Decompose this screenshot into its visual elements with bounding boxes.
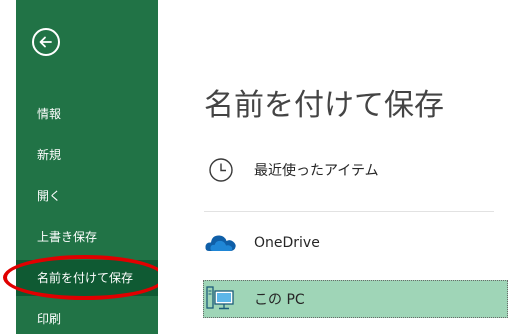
sidebar-item-new[interactable]: 新規 bbox=[16, 137, 158, 173]
cloud-icon bbox=[204, 229, 238, 257]
back-arrow-icon bbox=[39, 36, 52, 48]
page-margin bbox=[0, 0, 16, 334]
clock-icon bbox=[204, 156, 238, 184]
sidebar-item-print[interactable]: 印刷 bbox=[16, 301, 158, 334]
location-label: OneDrive bbox=[254, 235, 320, 251]
location-label: 最近使ったアイテム bbox=[254, 163, 379, 179]
location-this-pc[interactable]: この PC bbox=[203, 280, 508, 318]
backstage-sidebar: 情報 新規 開く 上書き保存 名前を付けて保存 印刷 bbox=[16, 0, 158, 334]
sidebar-item-open[interactable]: 開く bbox=[16, 178, 158, 214]
sidebar-item-info[interactable]: 情報 bbox=[16, 96, 158, 132]
location-label: この PC bbox=[254, 292, 305, 308]
location-onedrive[interactable]: OneDrive bbox=[204, 223, 508, 263]
computer-icon bbox=[204, 285, 238, 313]
back-button[interactable] bbox=[32, 28, 60, 56]
sidebar-item-save[interactable]: 上書き保存 bbox=[16, 219, 158, 255]
sidebar-item-save-as[interactable]: 名前を付けて保存 bbox=[16, 260, 158, 296]
page-title: 名前を付けて保存 bbox=[204, 88, 444, 123]
location-recent[interactable]: 最近使ったアイテム bbox=[204, 150, 508, 190]
divider bbox=[204, 211, 494, 212]
main-panel: 名前を付けて保存 最近使ったアイテム OneDrive この PC bbox=[158, 0, 508, 334]
